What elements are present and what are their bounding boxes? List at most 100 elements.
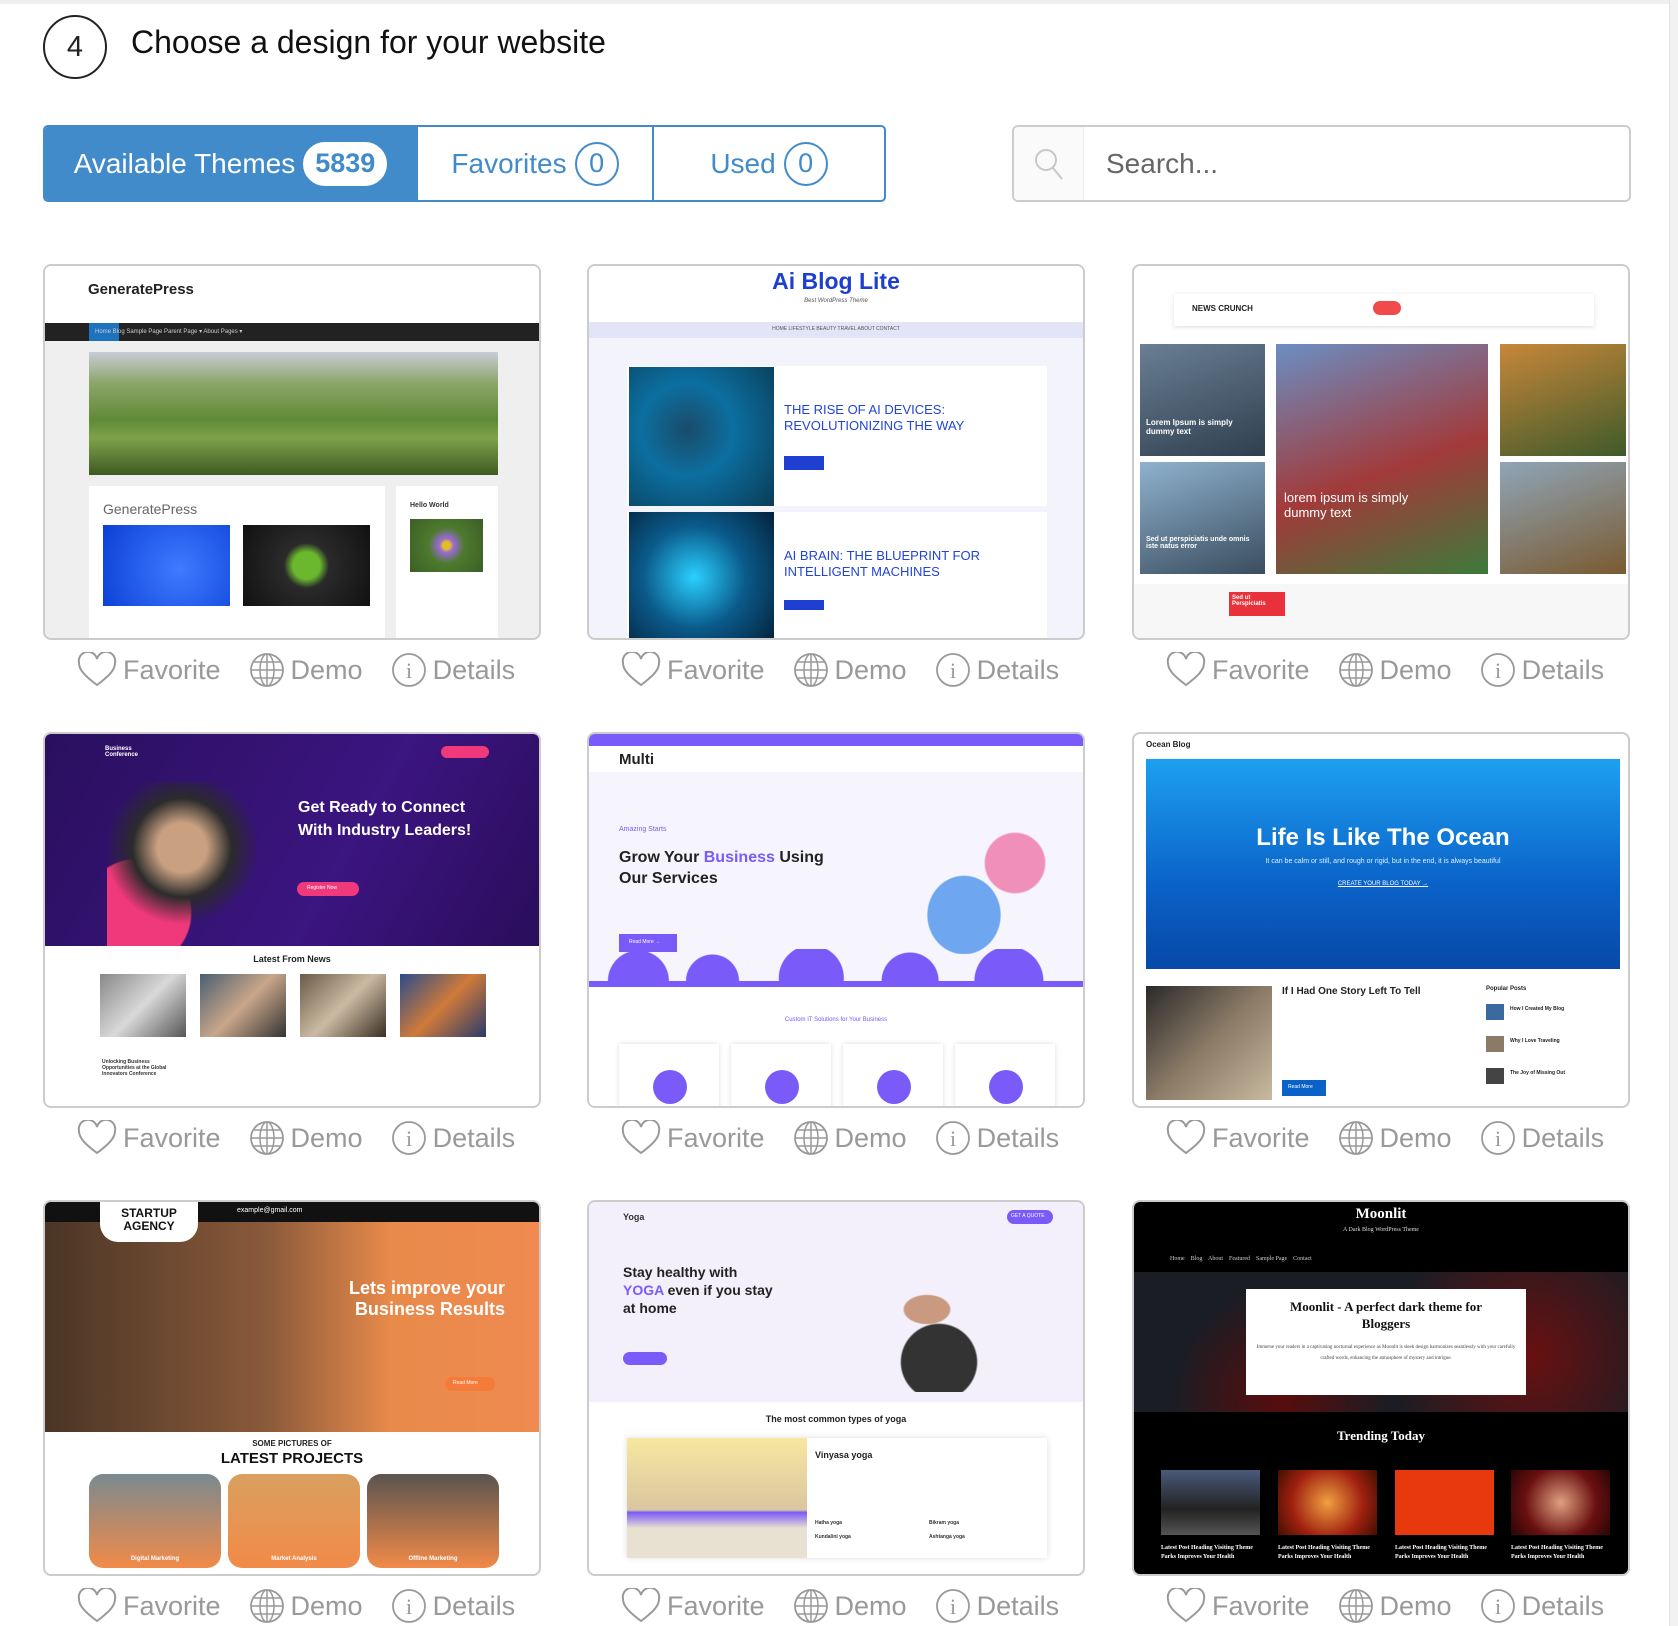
info-icon: i (935, 653, 970, 687)
preview-post-title: GeneratePress (103, 501, 198, 517)
preview-button: Read More → (629, 939, 661, 945)
demo-button[interactable]: Demo (793, 1588, 907, 1624)
demo-button[interactable]: Demo (249, 1588, 363, 1624)
tab-used[interactable]: Used 0 (652, 127, 884, 200)
preview-project: Offline Marketing (408, 1556, 458, 1562)
info-icon: i (935, 1121, 970, 1155)
preview-section: LATEST PROJECTS (220, 1450, 364, 1467)
preview-list-item: Bikram yoga (929, 1520, 960, 1526)
demo-button[interactable]: Demo (1338, 1588, 1452, 1624)
details-button[interactable]: i Details (391, 1588, 515, 1624)
demo-label: Demo (290, 1590, 363, 1621)
preview-headline: Get Ready to Connect With Industry Leade… (298, 799, 472, 839)
details-button[interactable]: i Details (1480, 1120, 1605, 1156)
details-label: Details (1521, 1590, 1605, 1621)
tab-favorites[interactable]: Favorites 0 (416, 127, 652, 200)
theme-preview[interactable]: STARTUP AGENCY example@gmail.com Lets im… (43, 1200, 541, 1576)
preview-headline: Life Is Like The Ocean (1256, 824, 1510, 851)
favorite-label: Favorite (123, 1590, 221, 1621)
details-label: Details (1521, 654, 1605, 685)
demo-button[interactable]: Demo (1338, 1120, 1452, 1156)
preview-popular-item: The Joy of Missing Out (1510, 1070, 1566, 1076)
preview-section: Custom IT Solutions for Your Business (784, 1017, 888, 1023)
favorite-button[interactable]: Favorite (1166, 652, 1310, 688)
theme-actions: Favorite Demo i Details (1166, 1588, 1632, 1624)
preview-headline: Moonlit - A perfect dark theme for Blogg… (1289, 1299, 1483, 1331)
info-icon: i (1480, 1589, 1515, 1623)
theme-preview[interactable]: Business Conference Get Ready to Connect… (43, 732, 541, 1108)
preview-popular-item: How I Created My Blog (1510, 1006, 1565, 1012)
details-label: Details (976, 1590, 1060, 1621)
theme-card-yoga: Yoga GET A QUOTE Stay healthy with YOGA … (587, 1200, 1085, 1623)
info-icon: i (391, 653, 426, 687)
info-icon: i (1480, 1121, 1515, 1155)
heart-icon (621, 652, 661, 687)
preview-body: Immerse your readers in a captivating no… (1256, 1345, 1516, 1361)
favorite-button[interactable]: Favorite (621, 652, 765, 688)
theme-preview[interactable]: NEWS CRUNCH Lorem Ipsum is simply dummy … (1132, 264, 1630, 640)
details-button[interactable]: i Details (391, 652, 516, 688)
favorite-button[interactable]: Favorite (621, 1588, 765, 1624)
preview-tagline: A Dark Blog WordPress Theme (1343, 1227, 1419, 1233)
demo-button[interactable]: Demo (793, 652, 907, 688)
globe-icon (249, 653, 284, 687)
globe-icon (793, 653, 828, 687)
globe-icon (249, 1589, 284, 1623)
details-button[interactable]: i Details (935, 652, 1060, 688)
preview-nav: Home Blog About Featured Sample Page Con… (1170, 1256, 1312, 1262)
heart-icon (1166, 1120, 1206, 1155)
preview-headline: Stay healthy with (623, 1264, 738, 1280)
demo-button[interactable]: Demo (249, 652, 363, 688)
preview-post: Latest Post Heading Visiting Theme Parks… (1511, 1545, 1603, 1560)
preview-tagline: Best WordPress Theme (804, 298, 868, 304)
preview-button: Register Now (307, 885, 338, 891)
search-input[interactable] (1084, 127, 1629, 200)
scrollbar[interactable] (1669, 0, 1678, 1626)
details-label: Details (976, 654, 1060, 685)
demo-label: Demo (1379, 1590, 1452, 1621)
theme-preview[interactable]: Ai Blog Lite Best WordPress Theme HOME L… (587, 264, 1085, 640)
theme-preview[interactable]: Yoga GET A QUOTE Stay healthy with YOGA … (587, 1200, 1085, 1576)
details-button[interactable]: i Details (935, 1120, 1059, 1156)
count-badge: 5839 (303, 141, 388, 186)
theme-preview[interactable]: Ocean Blog Life Is Like The Ocean It can… (1132, 732, 1630, 1108)
favorite-button[interactable]: Favorite (1166, 1588, 1310, 1624)
favorite-label: Favorite (667, 1590, 765, 1621)
theme-actions: Favorite Demo i Details (77, 652, 543, 688)
theme-card-news-crunch: NEWS CRUNCH Lorem Ipsum is simply dummy … (1132, 264, 1630, 687)
svg-text:i: i (1495, 658, 1501, 683)
favorite-label: Favorite (667, 654, 765, 685)
preview-headline: at home (623, 1300, 677, 1316)
demo-label: Demo (834, 654, 907, 685)
tab-available-themes[interactable]: Available Themes 5839 (45, 127, 416, 200)
favorite-button[interactable]: Favorite (77, 1588, 221, 1624)
theme-actions: Favorite Demo i Details (77, 1120, 543, 1156)
theme-preview[interactable]: GeneratePress Home Blog Sample Page Pare… (43, 264, 541, 640)
theme-preview[interactable]: Moonlit A Dark Blog WordPress Theme Home… (1132, 1200, 1630, 1576)
favorite-button[interactable]: Favorite (77, 652, 221, 688)
favorite-button[interactable]: Favorite (77, 1120, 221, 1156)
preview-cta: CREATE YOUR BLOG TODAY → (1337, 881, 1429, 887)
demo-button[interactable]: Demo (1338, 652, 1452, 688)
details-label: Details (1521, 1122, 1605, 1153)
favorite-label: Favorite (1212, 654, 1310, 685)
details-button[interactable]: i Details (935, 1588, 1060, 1624)
details-button[interactable]: i Details (1480, 652, 1605, 688)
preview-project: Market Analysis (271, 1556, 317, 1562)
details-button[interactable]: i Details (391, 1120, 515, 1156)
favorite-button[interactable]: Favorite (1166, 1120, 1310, 1156)
theme-card-moonlit: Moonlit A Dark Blog WordPress Theme Home… (1132, 1200, 1630, 1623)
theme-card-ai-blog-lite: Ai Blog Lite Best WordPress Theme HOME L… (587, 264, 1085, 687)
theme-preview[interactable]: Multi Amazing Starts Grow Your Business … (587, 732, 1085, 1108)
step-number-badge: 4 (43, 15, 107, 79)
preview-post: Latest Post Heading Visiting Theme Parks… (1161, 1545, 1253, 1560)
details-label: Details (432, 654, 516, 685)
details-button[interactable]: i Details (1480, 1588, 1605, 1624)
demo-button[interactable]: Demo (249, 1120, 363, 1156)
preview-post: Latest Post Heading Visiting Theme Parks… (1278, 1545, 1370, 1560)
preview-logo: Ocean Blog (1146, 740, 1191, 749)
favorite-button[interactable]: Favorite (621, 1120, 765, 1156)
demo-button[interactable]: Demo (793, 1120, 907, 1156)
heart-icon (621, 1120, 661, 1155)
theme-actions: Favorite Demo i Details (621, 1588, 1087, 1624)
